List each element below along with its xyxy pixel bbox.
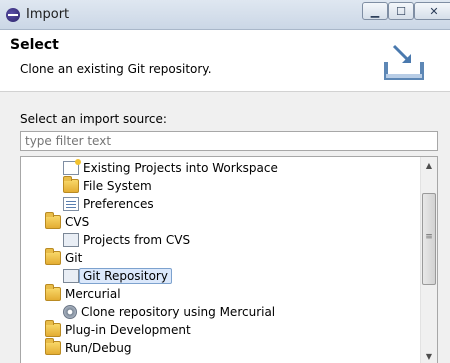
title-bar: Import ▁ ☐ ✕	[0, 0, 450, 30]
tree-item-label: Git Repository	[79, 268, 172, 284]
tree-item-label: Git	[65, 251, 83, 265]
maximize-button[interactable]: ☐	[388, 2, 414, 20]
folder-icon	[45, 212, 61, 229]
tree-item-run-debug[interactable]: Run/Debug	[45, 338, 132, 357]
tree-item-clone-mercurial[interactable]: Clone repository using Mercurial	[63, 303, 275, 321]
scroll-up-icon[interactable]: ▲	[421, 157, 437, 174]
window-title: Import	[26, 7, 70, 22]
scrollbar-thumb[interactable]	[422, 193, 436, 285]
tree-item-label: Preferences	[83, 197, 154, 211]
scroll-down-icon[interactable]: ▼	[421, 348, 437, 363]
tree-item-label: CVS	[65, 215, 90, 229]
tree-item-label: Mercurial	[65, 287, 121, 301]
tree-item-label: Existing Projects into Workspace	[83, 161, 278, 175]
tree-item-mercurial[interactable]: Mercurial	[45, 284, 121, 303]
eclipse-icon	[6, 8, 20, 22]
tree-scrollbar[interactable]: ▲ ▼	[420, 157, 437, 363]
tree-item-label: Clone repository using Mercurial	[81, 305, 276, 319]
minimize-button[interactable]: ▁	[362, 2, 388, 20]
folder-icon	[45, 320, 61, 337]
tree-item-label: Plug-in Development	[65, 323, 191, 337]
import-wizard-icon	[384, 44, 424, 80]
tree-item-git[interactable]: Git	[45, 248, 83, 267]
maximize-icon: ☐	[396, 4, 406, 18]
tree-item-git-repository[interactable]: Git Repository	[63, 267, 172, 285]
folder-icon	[45, 248, 61, 265]
gear-icon	[63, 305, 77, 319]
tree-item-existing-projects[interactable]: Existing Projects into Workspace	[63, 159, 278, 177]
tree-item-label: File System	[83, 179, 152, 193]
folder-icon	[45, 284, 61, 301]
tree-item-label: Run/Debug	[65, 341, 132, 355]
minimize-icon: ▁	[370, 4, 380, 18]
folder-icon	[45, 338, 61, 355]
cvs-icon	[63, 233, 79, 247]
git-icon	[63, 269, 79, 283]
tree-item-plugin-development[interactable]: Plug-in Development	[45, 320, 191, 339]
close-icon: ✕	[429, 4, 439, 18]
close-button[interactable]: ✕	[414, 2, 450, 20]
tree-item-projects-from-cvs[interactable]: Projects from CVS	[63, 231, 190, 249]
tree-item-cvs[interactable]: CVS	[45, 212, 90, 231]
project-icon	[63, 159, 81, 175]
filter-input[interactable]	[20, 131, 438, 151]
import-source-label: Select an import source:	[20, 112, 167, 126]
import-source-tree[interactable]: Existing Projects into Workspace File Sy…	[20, 156, 438, 363]
page-title: Select	[10, 37, 59, 53]
tree-item-file-system[interactable]: File System	[63, 176, 152, 195]
wizard-header: Select Clone an existing Git repository.	[0, 30, 450, 92]
tree-item-label: Projects from CVS	[83, 233, 191, 247]
folder-icon	[63, 176, 79, 193]
page-description: Clone an existing Git repository.	[20, 62, 212, 76]
tree-item-preferences[interactable]: Preferences	[63, 195, 154, 213]
document-icon	[63, 197, 79, 211]
